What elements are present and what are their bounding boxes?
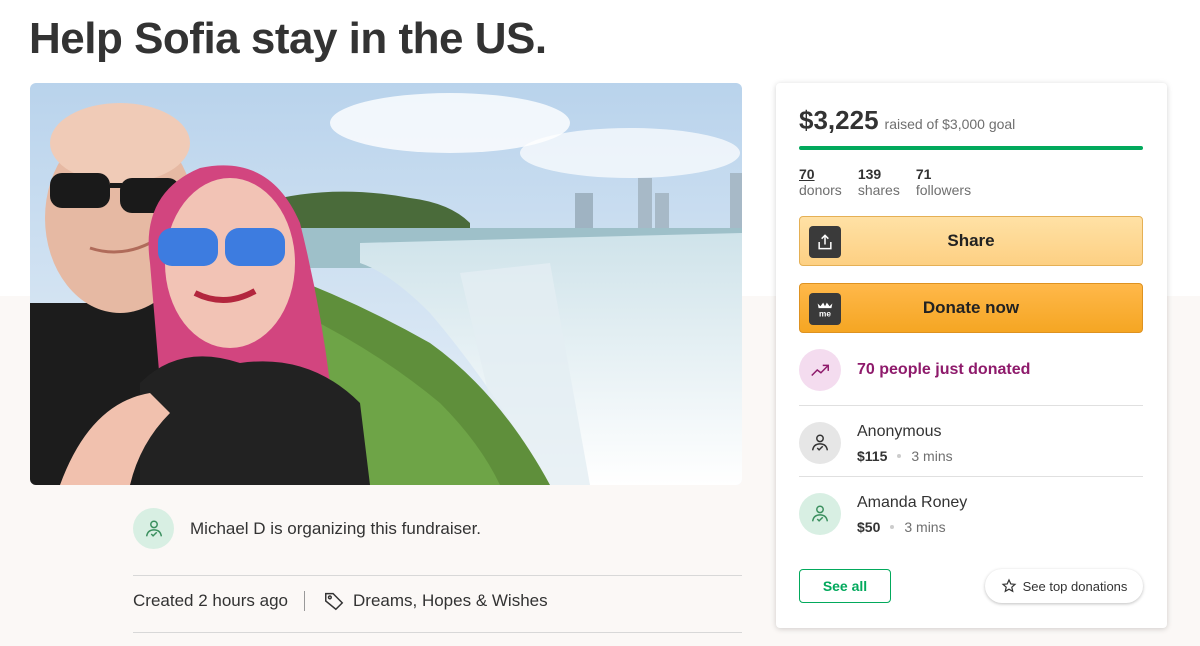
gofundme-logo-icon: me [809,293,841,325]
divider [799,476,1143,477]
trend-text: 70 people just donated [857,361,1031,378]
donate-now-button[interactable]: me Donate now [799,283,1143,333]
stat-shares: 139 shares [858,166,900,199]
stats-row: 70 donors 139 shares 71 followers [799,166,987,199]
trending-up-icon [799,349,841,391]
campaign-hero-image [30,83,742,485]
created-time: Created 2 hours ago [133,591,288,610]
dot-separator [890,525,895,529]
donate-label: Donate now [922,298,1020,317]
donation-time: 3 mins [911,448,953,464]
svg-text:me: me [819,309,831,318]
stat-label: shares [857,182,900,198]
goal-text: raised of $3,000 goal [884,116,1016,132]
stat-number: 70 [799,166,815,182]
page-title: Help Sofia stay in the US. [29,14,547,63]
donation-card: $3,225 raised of $3,000 goal 70 donors 1… [776,83,1167,628]
share-label: Share [947,231,995,250]
tag-icon [323,590,345,612]
campaign-meta: Created 2 hours ago Dreams, Hopes & Wish… [133,590,548,612]
progress-fill [799,146,1143,150]
person-heart-icon [145,519,162,537]
donation-amount: $115 [857,448,888,464]
donation-item: Anonymous $115 3 mins [799,422,953,464]
category-link[interactable]: Dreams, Hopes & Wishes [353,591,548,611]
organizer-avatar [133,508,174,549]
stat-followers: 71 followers [916,166,971,199]
dot-separator [897,454,902,458]
stat-number: 71 [915,166,932,182]
organizer-row: Michael D is organizing this fundraiser. [133,508,481,549]
donation-time: 3 mins [904,519,946,535]
stat-donors[interactable]: 70 donors [799,166,842,199]
organizer-text: Michael D is organizing this fundraiser. [190,518,482,538]
see-top-label: See top donations [1022,578,1128,594]
raised-amount: $3,225 [799,105,879,135]
progress-bar [799,146,1143,150]
see-top-donations-button[interactable]: See top donations [985,569,1143,603]
star-icon [1001,578,1017,594]
amount-row: $3,225 raised of $3,000 goal [799,105,1015,136]
see-all-button[interactable]: See all [799,569,891,603]
person-heart-icon [811,434,829,451]
donor-name: Anonymous [857,423,942,440]
meta-separator [304,591,305,611]
donation-item: Amanda Roney $50 3 mins [799,493,967,535]
donor-avatar [799,493,841,535]
donor-avatar [799,422,841,464]
share-button[interactable]: Share [799,216,1143,266]
stat-label: donors [799,182,842,198]
stat-number: 139 [857,166,882,182]
stat-label: followers [915,182,972,198]
divider [799,405,1143,406]
divider [133,632,742,633]
share-icon [809,226,841,258]
person-heart-icon [811,505,829,522]
divider [133,575,742,576]
recent-donations-trend: 70 people just donated [799,349,1030,391]
donation-amount: $50 [857,519,881,535]
donor-name: Amanda Roney [857,494,968,511]
